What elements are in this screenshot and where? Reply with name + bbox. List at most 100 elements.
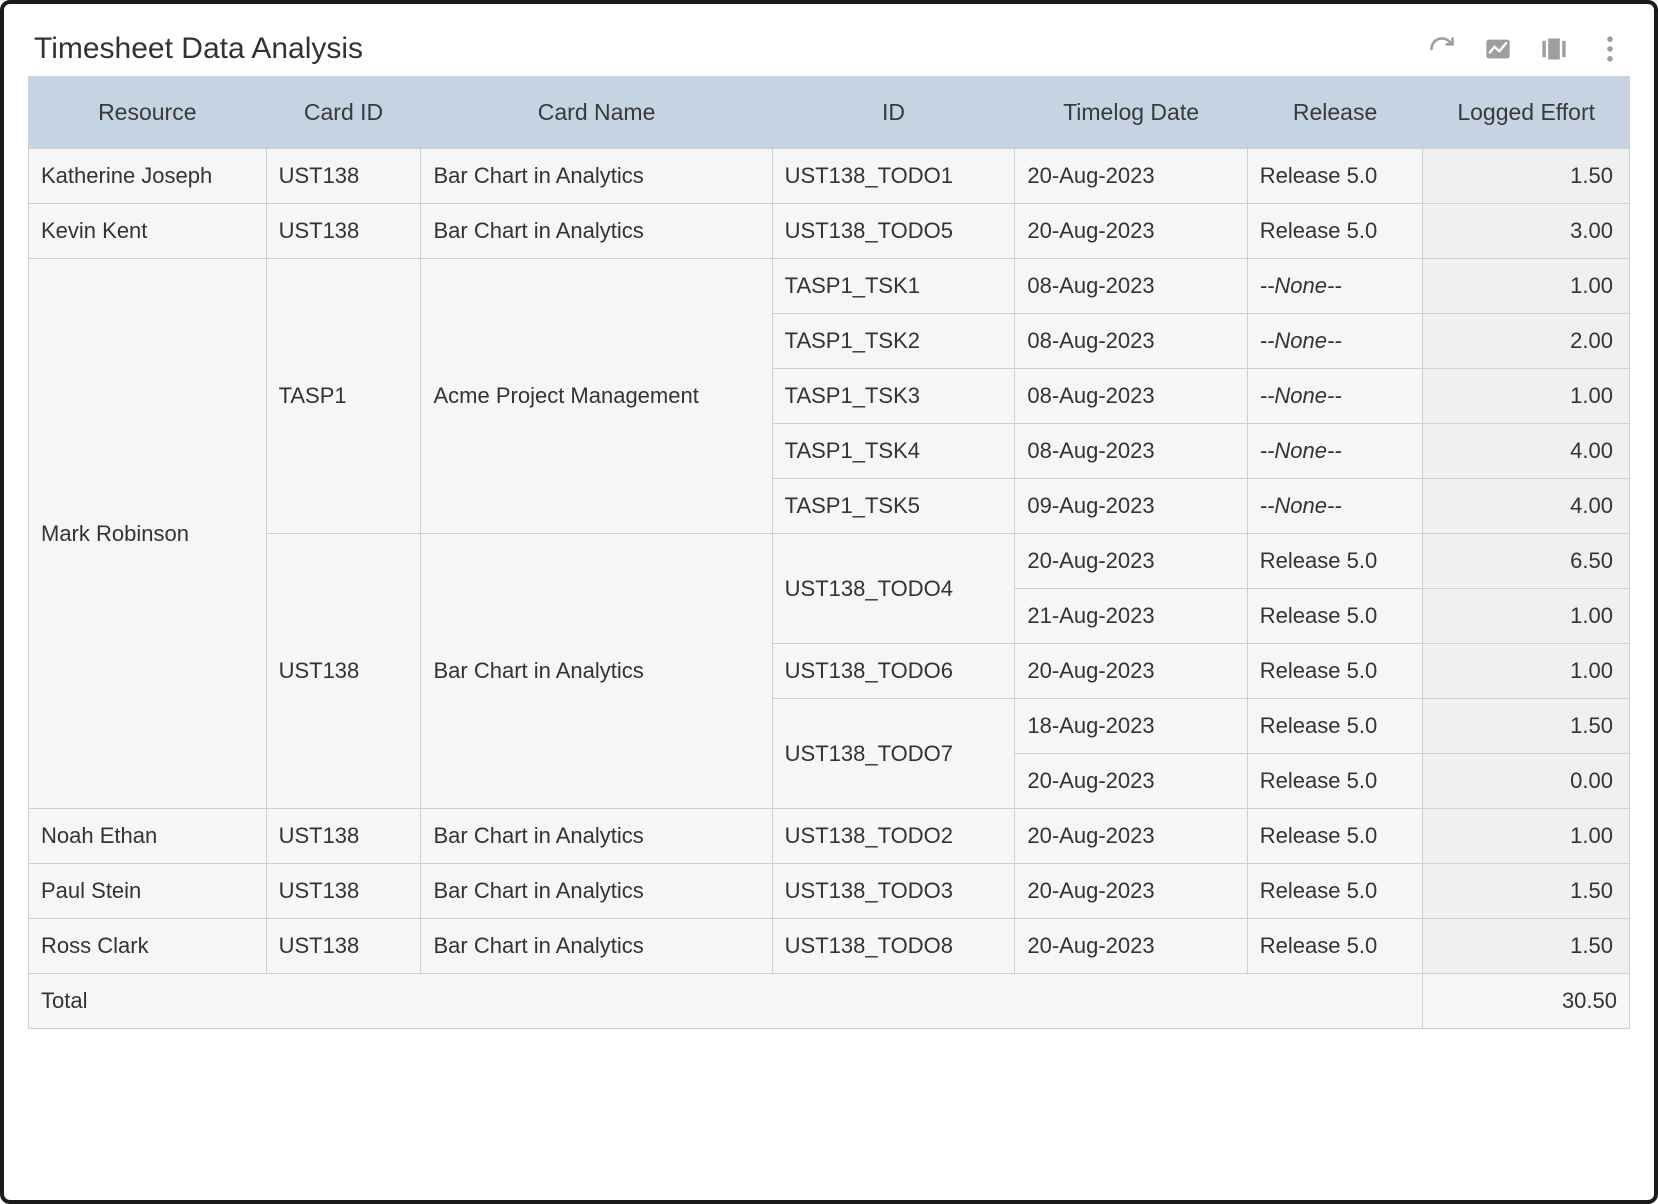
cell-release: Release 5.0 xyxy=(1247,534,1423,589)
toolbar xyxy=(1428,35,1624,63)
cell-effort: 2.00 xyxy=(1423,314,1630,369)
cell-resource: Paul Stein xyxy=(29,864,267,919)
cell-id: UST138_TODO1 xyxy=(772,149,1015,204)
cell-release: Release 5.0 xyxy=(1247,644,1423,699)
cell-date: 20-Aug-2023 xyxy=(1015,864,1247,919)
col-effort[interactable]: Logged Effort xyxy=(1423,77,1630,149)
cell-release: --None-- xyxy=(1247,424,1423,479)
col-resource[interactable]: Resource xyxy=(29,77,267,149)
cell-effort: 1.00 xyxy=(1423,809,1630,864)
cell-date: 20-Aug-2023 xyxy=(1015,534,1247,589)
cell-release: Release 5.0 xyxy=(1247,204,1423,259)
col-card-name[interactable]: Card Name xyxy=(421,77,772,149)
cell-effort: 1.00 xyxy=(1423,644,1630,699)
cell-effort: 3.00 xyxy=(1423,204,1630,259)
cell-effort: 1.50 xyxy=(1423,699,1630,754)
cell-card-id: UST138 xyxy=(266,149,421,204)
cell-date: 20-Aug-2023 xyxy=(1015,204,1247,259)
table-row: Noah EthanUST138Bar Chart in AnalyticsUS… xyxy=(29,809,1630,864)
cell-release: --None-- xyxy=(1247,259,1423,314)
cell-id: TASP1_TSK5 xyxy=(772,479,1015,534)
table-row: UST138Bar Chart in AnalyticsUST138_TODO4… xyxy=(29,534,1630,589)
cell-date: 20-Aug-2023 xyxy=(1015,809,1247,864)
cell-resource: Ross Clark xyxy=(29,919,267,974)
col-release[interactable]: Release xyxy=(1247,77,1423,149)
cell-effort: 4.00 xyxy=(1423,424,1630,479)
cell-release: Release 5.0 xyxy=(1247,589,1423,644)
table-row: Paul SteinUST138Bar Chart in AnalyticsUS… xyxy=(29,864,1630,919)
cell-date: 20-Aug-2023 xyxy=(1015,919,1247,974)
cell-effort: 1.00 xyxy=(1423,589,1630,644)
cell-date: 09-Aug-2023 xyxy=(1015,479,1247,534)
table-row: Katherine JosephUST138Bar Chart in Analy… xyxy=(29,149,1630,204)
column-layout-icon[interactable] xyxy=(1540,35,1568,63)
cell-id: UST138_TODO4 xyxy=(772,534,1015,644)
cell-resource: Kevin Kent xyxy=(29,204,267,259)
cell-card-name: Bar Chart in Analytics xyxy=(421,809,772,864)
cell-resource: Katherine Joseph xyxy=(29,149,267,204)
cell-effort: 0.00 xyxy=(1423,754,1630,809)
cell-effort: 6.50 xyxy=(1423,534,1630,589)
cell-id: UST138_TODO7 xyxy=(772,699,1015,809)
cell-resource: Noah Ethan xyxy=(29,809,267,864)
cell-effort: 4.00 xyxy=(1423,479,1630,534)
cell-card-name: Bar Chart in Analytics xyxy=(421,534,772,809)
timesheet-table: Resource Card ID Card Name ID Timelog Da… xyxy=(28,76,1630,1029)
cell-release: --None-- xyxy=(1247,479,1423,534)
cell-id: TASP1_TSK1 xyxy=(772,259,1015,314)
cell-id: UST138_TODO6 xyxy=(772,644,1015,699)
chart-icon[interactable] xyxy=(1484,35,1512,63)
cell-date: 18-Aug-2023 xyxy=(1015,699,1247,754)
cell-release: Release 5.0 xyxy=(1247,809,1423,864)
cell-date: 21-Aug-2023 xyxy=(1015,589,1247,644)
cell-id: TASP1_TSK4 xyxy=(772,424,1015,479)
table-row: Mark RobinsonTASP1Acme Project Managemen… xyxy=(29,259,1630,314)
cell-resource: Mark Robinson xyxy=(29,259,267,809)
cell-card-name: Bar Chart in Analytics xyxy=(421,204,772,259)
cell-id: TASP1_TSK2 xyxy=(772,314,1015,369)
total-value: 30.50 xyxy=(1423,974,1630,1029)
cell-date: 08-Aug-2023 xyxy=(1015,259,1247,314)
cell-release: Release 5.0 xyxy=(1247,149,1423,204)
cell-date: 08-Aug-2023 xyxy=(1015,314,1247,369)
more-icon[interactable] xyxy=(1596,35,1624,63)
cell-id: TASP1_TSK3 xyxy=(772,369,1015,424)
cell-card-name: Bar Chart in Analytics xyxy=(421,919,772,974)
cell-card-id: UST138 xyxy=(266,864,421,919)
table-row: Kevin KentUST138Bar Chart in AnalyticsUS… xyxy=(29,204,1630,259)
cell-release: Release 5.0 xyxy=(1247,864,1423,919)
cell-id: UST138_TODO8 xyxy=(772,919,1015,974)
total-row: Total 30.50 xyxy=(29,974,1630,1029)
cell-date: 20-Aug-2023 xyxy=(1015,644,1247,699)
cell-card-id: UST138 xyxy=(266,809,421,864)
cell-effort: 1.50 xyxy=(1423,919,1630,974)
cell-date: 08-Aug-2023 xyxy=(1015,369,1247,424)
cell-effort: 1.00 xyxy=(1423,259,1630,314)
cell-card-id: UST138 xyxy=(266,534,421,809)
cell-card-id: TASP1 xyxy=(266,259,421,534)
cell-id: UST138_TODO3 xyxy=(772,864,1015,919)
cell-release: Release 5.0 xyxy=(1247,919,1423,974)
cell-release: Release 5.0 xyxy=(1247,699,1423,754)
cell-card-name: Bar Chart in Analytics xyxy=(421,149,772,204)
cell-card-id: UST138 xyxy=(266,919,421,974)
cell-card-name: Bar Chart in Analytics xyxy=(421,864,772,919)
cell-date: 08-Aug-2023 xyxy=(1015,424,1247,479)
cell-release: Release 5.0 xyxy=(1247,754,1423,809)
page-title: Timesheet Data Analysis xyxy=(34,32,363,66)
total-label: Total xyxy=(29,974,1423,1029)
cell-effort: 1.50 xyxy=(1423,864,1630,919)
cell-effort: 1.50 xyxy=(1423,149,1630,204)
col-date[interactable]: Timelog Date xyxy=(1015,77,1247,149)
cell-id: UST138_TODO2 xyxy=(772,809,1015,864)
cell-release: --None-- xyxy=(1247,314,1423,369)
table-row: Ross ClarkUST138Bar Chart in AnalyticsUS… xyxy=(29,919,1630,974)
refresh-icon[interactable] xyxy=(1428,35,1456,63)
cell-release: --None-- xyxy=(1247,369,1423,424)
cell-card-id: UST138 xyxy=(266,204,421,259)
col-card-id[interactable]: Card ID xyxy=(266,77,421,149)
cell-id: UST138_TODO5 xyxy=(772,204,1015,259)
cell-card-name: Acme Project Management xyxy=(421,259,772,534)
col-id[interactable]: ID xyxy=(772,77,1015,149)
cell-date: 20-Aug-2023 xyxy=(1015,149,1247,204)
